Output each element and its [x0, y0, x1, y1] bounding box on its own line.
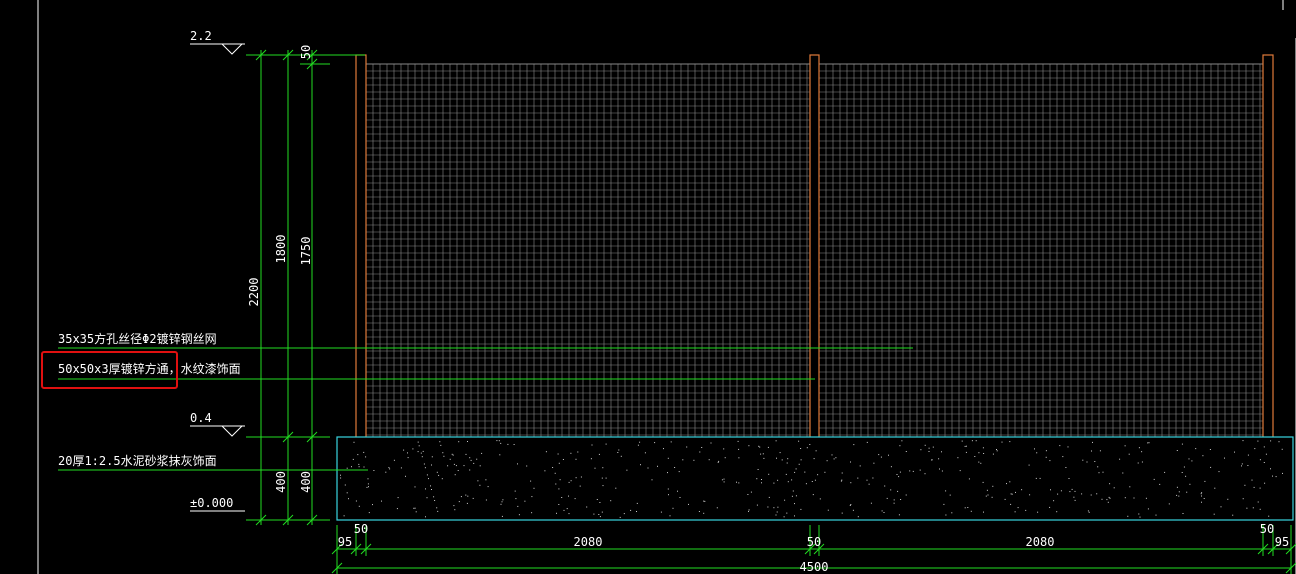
dim-base-height-b: 400: [299, 471, 313, 493]
post-right: [1262, 54, 1274, 439]
elevation-marker-top: [190, 43, 245, 55]
post-middle: [809, 54, 820, 439]
dim-left-post: 50: [354, 522, 368, 536]
dim-overall-width: 4500: [800, 560, 829, 574]
dim-mesh-height: 1750: [299, 237, 313, 266]
post-left: [355, 54, 367, 439]
dim-left-edge: 95: [338, 535, 352, 549]
elevation-label-top: 2.2: [190, 29, 212, 43]
dim-total-height: 2200: [247, 278, 261, 307]
dim-fence-height: 1800: [274, 235, 288, 264]
elevation-label-ground: ±0.000: [190, 496, 233, 510]
cad-drawing-canvas[interactable]: 2.2 0.4 ±0.000 2200 1800 1750 50 400 400: [0, 0, 1296, 574]
dim-left-span: 2080: [574, 535, 603, 549]
dim-top-gap: 50: [299, 45, 313, 59]
dim-middle-post: 50: [807, 535, 821, 549]
dim-right-post: 50: [1260, 522, 1274, 536]
dim-base-height-a: 400: [274, 471, 288, 493]
dim-right-edge: 95: [1275, 535, 1289, 549]
base-wall: [336, 436, 1294, 521]
elevation-marker-base: [190, 425, 245, 437]
elevation-label-base: 0.4: [190, 411, 212, 425]
dim-right-span: 2080: [1026, 535, 1055, 549]
annotation-base: 20厚1:2.5水泥砂浆抹灰饰面: [58, 453, 217, 468]
annotation-mesh: 35x35方孔丝径Φ2镀锌钢丝网: [58, 331, 217, 346]
annotation-highlight-box: [41, 351, 178, 389]
